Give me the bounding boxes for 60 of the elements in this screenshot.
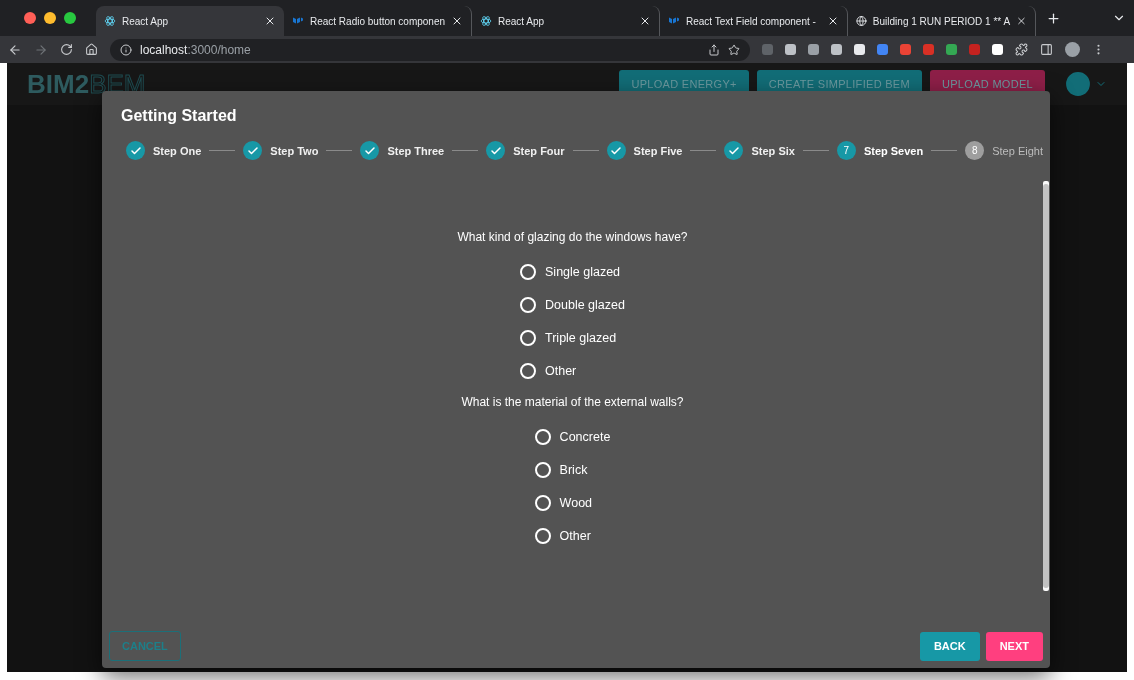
address-bar[interactable]: localhost:3000/home: [110, 38, 750, 61]
radio-button[interactable]: [520, 329, 536, 346]
step-number: 8: [965, 141, 985, 160]
radio-button[interactable]: [534, 494, 551, 511]
close-icon[interactable]: [264, 15, 276, 27]
option-label[interactable]: Double glazed: [545, 297, 625, 312]
radio-button[interactable]: [534, 428, 551, 445]
radio-button[interactable]: [520, 296, 536, 313]
bookmark-icon[interactable]: [728, 43, 740, 56]
extension-icon[interactable]: [992, 44, 1003, 55]
step-number: 7: [836, 141, 856, 160]
home-icon[interactable]: [85, 43, 98, 56]
forward-icon[interactable]: [34, 42, 48, 57]
radio-button[interactable]: [520, 362, 536, 379]
dialog-title: Getting Started: [120, 106, 238, 126]
extension-icon[interactable]: [785, 44, 796, 55]
option-label[interactable]: Other: [545, 363, 577, 378]
info-icon[interactable]: [120, 43, 132, 56]
step-label: Step Six: [751, 144, 795, 157]
url-text: localhost:3000/home: [140, 42, 251, 57]
radio-button[interactable]: [534, 527, 551, 544]
avatar-icon[interactable]: [1065, 42, 1080, 57]
extension-icon[interactable]: [808, 44, 819, 55]
globe-icon: [856, 15, 867, 27]
close-window-button[interactable]: [24, 12, 36, 24]
extension-icon[interactable]: [831, 44, 842, 55]
reload-icon[interactable]: [60, 43, 73, 56]
step-label: Step Eight: [992, 144, 1043, 157]
side-panel-icon[interactable]: [1040, 43, 1053, 56]
option-label[interactable]: Concrete: [559, 429, 611, 444]
option-label[interactable]: Other: [559, 528, 591, 543]
atom-icon: [104, 15, 116, 27]
question-text: What kind of glazing do the windows have?: [457, 230, 688, 244]
radio-button[interactable]: [534, 461, 551, 478]
extension-icon[interactable]: [854, 44, 865, 55]
step-label: Step One: [153, 144, 202, 157]
account-icon[interactable]: [1065, 71, 1091, 97]
close-icon[interactable]: [639, 15, 651, 27]
option-label[interactable]: Single glazed: [545, 264, 621, 279]
maximize-window-button[interactable]: [64, 12, 76, 24]
atom-icon: [480, 15, 492, 27]
close-icon[interactable]: [827, 15, 839, 27]
step-label: Step Two: [270, 144, 319, 157]
step-label: Step Four: [513, 144, 565, 157]
question-text: What is the material of the external walls?: [461, 395, 684, 409]
share-icon[interactable]: [708, 43, 720, 56]
radio-button[interactable]: [520, 263, 536, 280]
minimize-window-button[interactable]: [44, 12, 56, 24]
option-label[interactable]: Wood: [559, 495, 593, 510]
puzzle-icon[interactable]: [1015, 43, 1028, 56]
close-icon[interactable]: [451, 15, 463, 27]
new-tab-icon[interactable]: [1046, 10, 1061, 26]
step-label: Step Five: [633, 144, 683, 157]
back-icon[interactable]: [8, 42, 22, 57]
step-label: Step Three: [387, 144, 445, 157]
step-label: Step Seven: [863, 144, 924, 157]
option-label[interactable]: Triple glazed: [545, 330, 617, 345]
option-label[interactable]: Brick: [559, 462, 588, 477]
browser-tab[interactable]: React App: [96, 6, 284, 36]
scrollbar[interactable]: [1042, 181, 1049, 591]
